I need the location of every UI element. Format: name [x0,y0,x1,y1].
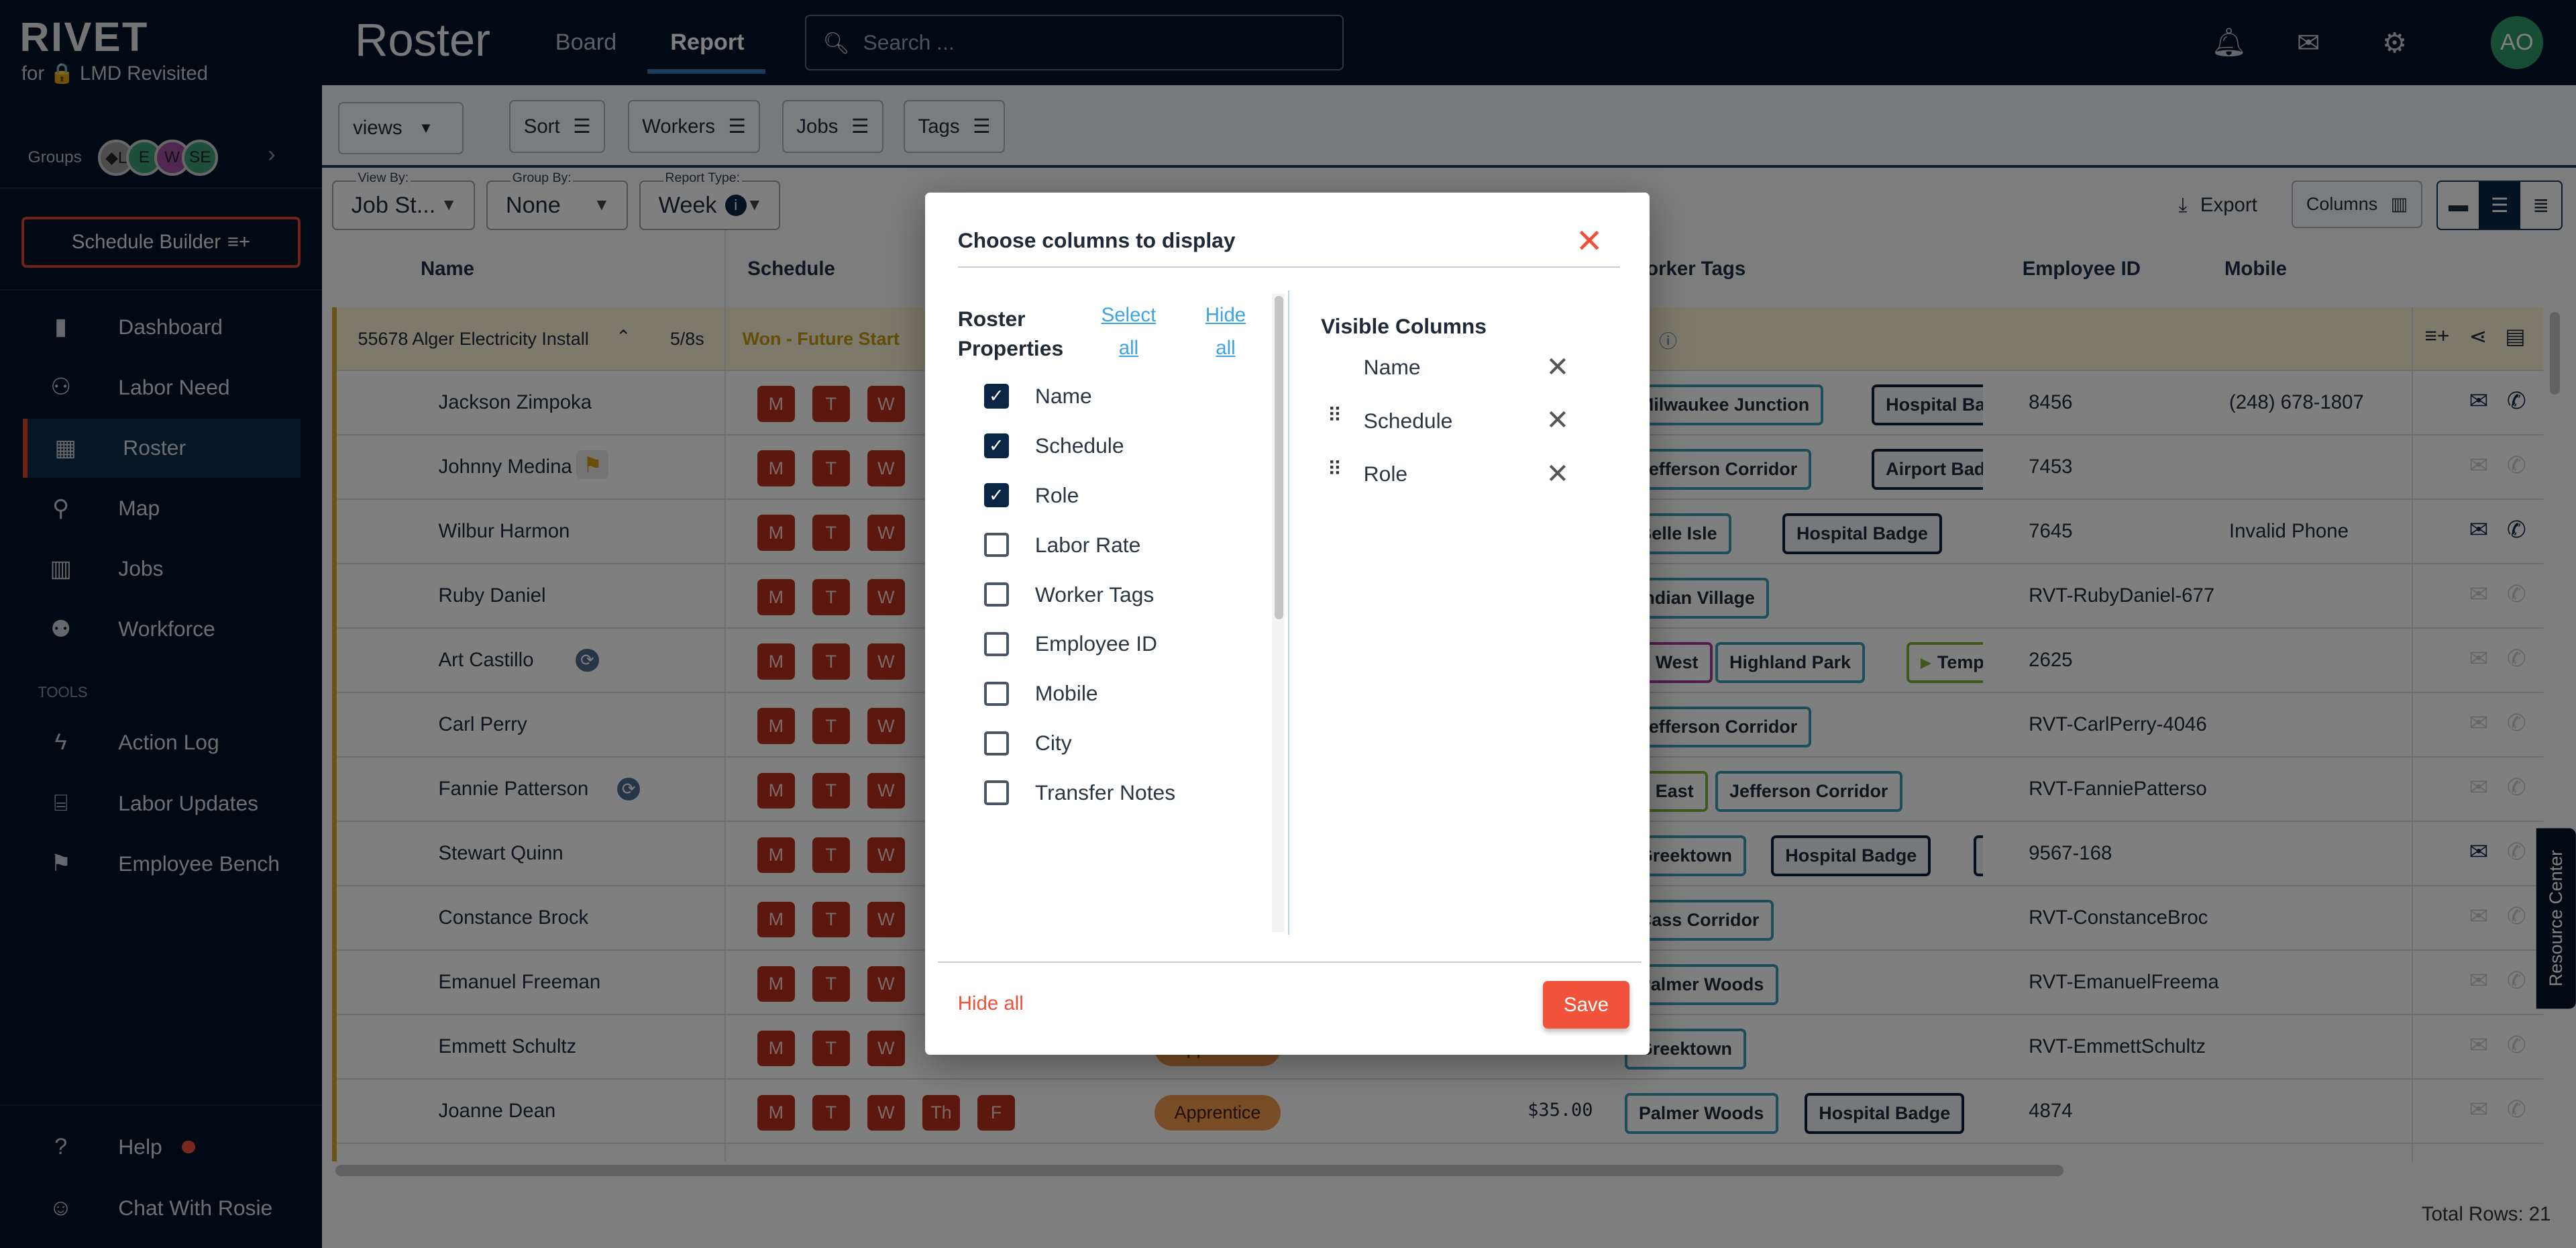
column-option-labor-rate[interactable]: Labor Rate [983,529,1141,562]
column-option-worker-tags[interactable]: Worker Tags [983,578,1155,611]
visible-column-item[interactable]: ⠿ Schedule ✕ [1321,404,1584,439]
visible-column-label: Name [1363,354,1421,379]
drag-handle-icon[interactable]: ⠿ [1328,406,1344,425]
dialog-title: Choose columns to display [957,228,1236,253]
option-label: Mobile [1034,681,1098,706]
column-option-name[interactable]: ✓ Name [983,380,1092,413]
app: RIVET for 🔒 LMD Revisited Groups ◆LEWSE … [0,0,2576,1248]
close-icon[interactable]: ✕ [1576,222,1603,260]
roster-properties-heading: Roster Properties [957,307,1064,361]
remove-column-icon[interactable]: ✕ [1546,457,1569,490]
select-all-link[interactable]: Select all [1095,299,1161,365]
option-label: Labor Rate [1034,532,1141,557]
visible-column-label: Role [1363,462,1408,486]
hide-all-button[interactable]: Hide all [958,992,1024,1015]
checkbox[interactable]: ✓ [983,433,1009,458]
checkbox[interactable] [983,532,1009,558]
checkbox[interactable] [983,631,1009,657]
checkbox[interactable] [983,681,1009,707]
checkbox[interactable]: ✓ [983,482,1009,508]
column-option-schedule[interactable]: ✓ Schedule [983,429,1124,462]
checkbox[interactable] [983,582,1009,607]
column-option-role[interactable]: ✓ Role [983,479,1079,512]
visible-column-item[interactable]: Name ✕ [1321,351,1584,386]
checkbox[interactable] [983,780,1009,806]
option-label: Employee ID [1034,631,1158,656]
properties-scroll-thumb[interactable] [1275,295,1283,620]
column-option-mobile[interactable]: Mobile [983,677,1098,710]
option-label: Schedule [1034,433,1124,458]
option-label: Role [1034,482,1079,507]
column-option-employee-id[interactable]: Employee ID [983,628,1158,661]
drag-handle-icon[interactable]: ⠿ [1328,459,1344,478]
remove-column-icon[interactable]: ✕ [1546,403,1569,436]
column-option-transfer-notes[interactable]: Transfer Notes [983,776,1176,809]
checkbox[interactable] [983,731,1009,756]
visible-column-label: Schedule [1363,408,1453,433]
remove-column-icon[interactable]: ✕ [1546,350,1569,383]
option-label: Name [1034,383,1092,408]
save-button[interactable]: Save [1542,981,1630,1029]
column-option-city[interactable]: City [983,727,1072,760]
properties-list: Roster Properties Select all Hide all ✓ N… [925,294,1273,931]
choose-columns-dialog: Choose columns to display ✕ Roster Prope… [924,192,1650,1055]
option-label: City [1034,731,1072,756]
checkbox[interactable]: ✓ [983,383,1009,409]
option-label: Worker Tags [1034,582,1155,607]
hide-all-link[interactable]: Hide all [1196,299,1255,365]
option-label: Transfer Notes [1034,780,1176,805]
visible-column-item[interactable]: ⠿ Role ✕ [1321,457,1584,493]
visible-columns-heading: Visible Columns [1320,313,1487,338]
